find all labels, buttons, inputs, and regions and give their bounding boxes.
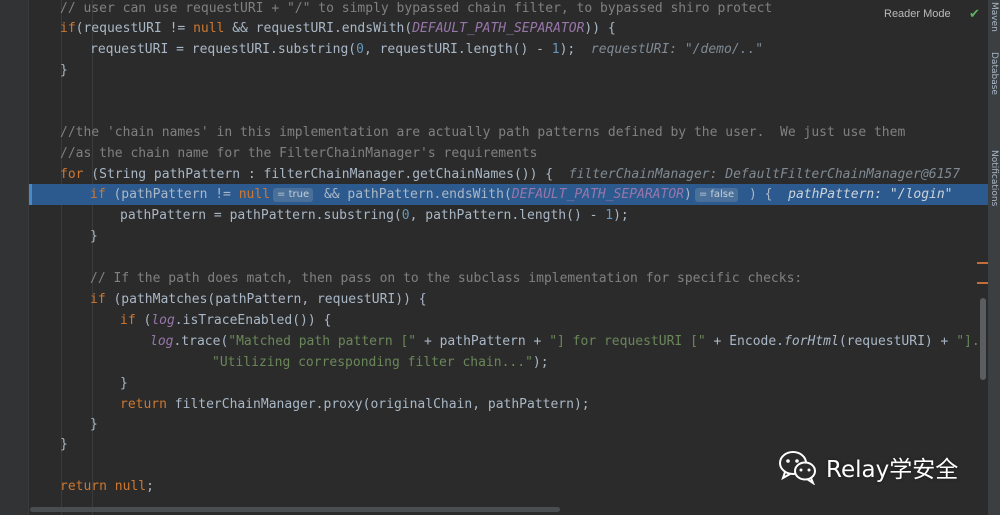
debug-value-chip: = true (273, 188, 314, 202)
code-line: // user can use requestURI + "/" to simp… (60, 1, 773, 16)
code-line: } (90, 229, 98, 244)
breakpoint-line-marker (29, 184, 32, 205)
inline-debug-value: filterChainManager: DefaultFilterChainMa… (568, 167, 961, 182)
inline-debug-value: requestURI: "/demo/.." (590, 42, 764, 57)
reader-mode-button[interactable]: Reader Mode (884, 8, 951, 20)
watermark-text: Relay学安全 (826, 457, 959, 483)
debug-value-chip: = false (694, 188, 739, 202)
code-line: if (pathMatches(pathPattern, requestURI)… (90, 292, 427, 307)
code-line: log.trace("Matched path pattern [" + pat… (150, 334, 1000, 349)
maven-tool-tab[interactable]: Maven (989, 2, 999, 32)
code-line: if (log.isTraceEnabled()) { (120, 313, 332, 328)
code-line: } (90, 417, 98, 432)
database-tool-tab[interactable]: Database (989, 52, 999, 95)
editor-gutter[interactable] (0, 0, 28, 515)
code-line: return null; (60, 479, 154, 494)
code-line: } (60, 63, 68, 78)
wechat-icon (778, 449, 818, 486)
code-line: // If the path does match, then pass on … (90, 271, 803, 286)
watermark: Relay学安全 (778, 447, 958, 487)
code-line: } (120, 376, 128, 391)
code-line: //as the chain name for the FilterChainM… (60, 146, 538, 161)
code-line: "Utilizing corresponding filter chain...… (212, 355, 549, 370)
vertical-scrollbar[interactable] (978, 0, 988, 515)
right-tool-sidebar: Maven Database Notifications (988, 0, 1000, 515)
code-line: if(requestURI != null && requestURI.ends… (60, 21, 616, 36)
horizontal-scrollbar[interactable] (30, 507, 560, 512)
code-line: //the 'chain names' in this implementati… (60, 125, 906, 140)
gutter-divider (28, 0, 29, 515)
scrollbar-thumb[interactable] (980, 298, 986, 380)
code-line: } (60, 437, 68, 452)
code-line: for (String pathPattern : filterChainMan… (60, 164, 1000, 185)
inline-debug-value: pathPattern: "/login" (788, 187, 953, 202)
code-line: return filterChainManager.proxy(original… (120, 397, 590, 412)
notifications-tool-tab[interactable]: Notifications (989, 150, 999, 206)
code-line: pathPattern = pathPattern.substring(0, p… (120, 208, 629, 223)
code-line: requestURI = requestURI.substring(0, req… (90, 42, 764, 57)
indent-guide (92, 0, 93, 515)
code-line-current: if (pathPattern != null = true && pathPat… (90, 187, 953, 202)
